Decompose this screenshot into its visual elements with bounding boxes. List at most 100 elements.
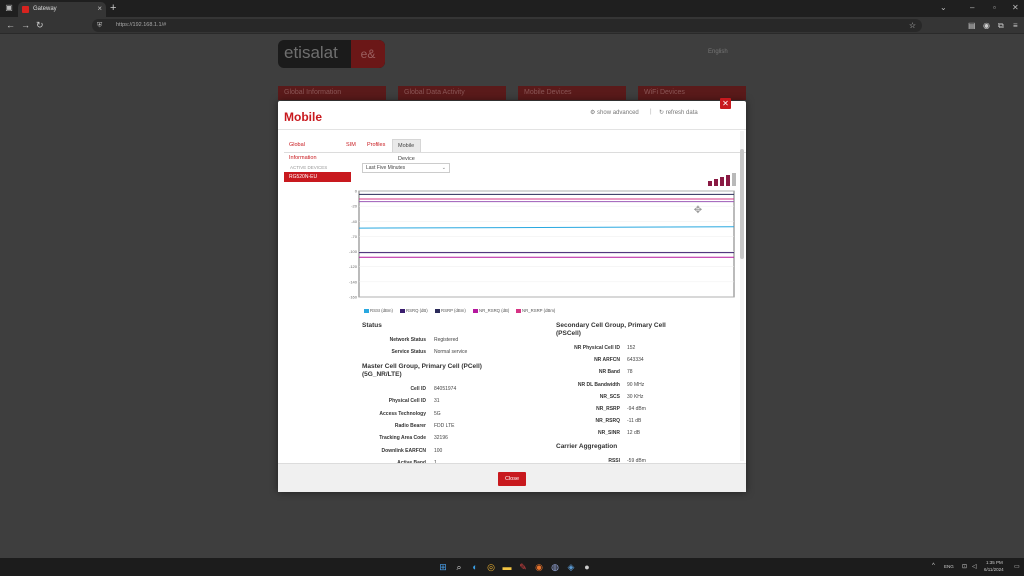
- menu-icon[interactable]: ≡: [1013, 20, 1018, 31]
- back-icon[interactable]: ←: [6, 19, 15, 31]
- chrome-icon[interactable]: ◎: [485, 561, 497, 573]
- maximize-icon[interactable]: ▫: [993, 2, 996, 14]
- active-devices-label: ACTIVE DEVICES: [290, 165, 328, 170]
- minimize-icon[interactable]: –: [970, 2, 974, 14]
- clock-date[interactable]: 6/11/2024: [984, 567, 1004, 572]
- language-selector[interactable]: English: [708, 49, 728, 55]
- clock-time[interactable]: 1:35 PM: [986, 560, 1003, 565]
- show-advanced-label: show advanced: [597, 110, 639, 116]
- app-icon[interactable]: ●: [581, 561, 593, 573]
- legend-label: RSRQ (dB): [406, 308, 428, 313]
- legend-label: NR_RSRQ (dB): [479, 308, 510, 313]
- mobile-modal: ✕ Mobile ⚙ show advanced | ↻ refresh dat…: [278, 98, 746, 492]
- network-icon[interactable]: ⊡: [962, 563, 967, 570]
- notifications-icon[interactable]: ▭: [1014, 563, 1020, 570]
- close-window-icon[interactable]: ✕: [1012, 2, 1019, 14]
- master-cell-row-label: Radio Bearer: [394, 422, 426, 429]
- y-tick-label: -140: [349, 279, 358, 284]
- browser-tab-bar: ▣ Gateway × + ⌄ – ▫ ✕: [0, 0, 1024, 17]
- service-status-label: Service Status: [391, 349, 426, 355]
- secondary-cell-row-label: NR Band: [598, 369, 620, 376]
- forward-icon[interactable]: →: [21, 19, 30, 31]
- volume-icon[interactable]: ◁: [972, 563, 977, 570]
- legend-swatch: [435, 308, 440, 313]
- network-status-value: Registered: [434, 337, 459, 343]
- legend-item[interactable]: RSRP (dBm): [435, 308, 466, 313]
- refresh-data-link[interactable]: ↻ refresh data: [659, 109, 698, 116]
- logo-text: etisalat: [284, 43, 338, 62]
- bg-tab-global-info[interactable]: Global Information: [278, 86, 386, 100]
- legend-swatch: [364, 308, 369, 313]
- secondary-cell-row-label: NR_RSRQ: [595, 418, 620, 425]
- search-icon[interactable]: ⌕: [453, 561, 465, 573]
- legend-swatch: [473, 308, 478, 313]
- edge-icon[interactable]: ◐: [469, 561, 481, 573]
- new-tab-button[interactable]: +: [110, 2, 116, 14]
- logo-badge: e&: [351, 40, 385, 68]
- master-cell-row-label: Physical Cell ID: [388, 398, 426, 405]
- scroll-thumb[interactable]: [740, 149, 744, 259]
- tab-actions-icon[interactable]: ▣: [4, 3, 14, 13]
- legend-item[interactable]: RSRQ (dB): [400, 308, 428, 313]
- shield-icon[interactable]: ⛨: [97, 20, 102, 31]
- language-indicator[interactable]: ENG: [944, 564, 954, 569]
- url-text[interactable]: https://192.168.1.1/#: [116, 22, 166, 28]
- legend-item[interactable]: NR_RSRQ (dB): [473, 308, 509, 313]
- extensions-icon[interactable]: ⧉: [998, 20, 1004, 31]
- file-explorer-icon[interactable]: ▬: [501, 561, 513, 573]
- legend-item[interactable]: NR_RSRP (dBm): [516, 308, 555, 313]
- master-cell-title: Master Cell Group, Primary Cell (PCell) …: [362, 363, 482, 378]
- tray-chevron-icon[interactable]: ^: [932, 563, 935, 569]
- modal-close-icon[interactable]: ✕: [720, 98, 731, 109]
- close-button[interactable]: Close: [498, 472, 526, 486]
- app-icon[interactable]: ◍: [549, 561, 561, 573]
- reload-icon[interactable]: ↻: [36, 19, 44, 31]
- modal-title: Mobile: [284, 110, 322, 124]
- address-bar[interactable]: ⛨ https://192.168.1.1/# ☆: [92, 19, 922, 32]
- modal-footer: Close: [278, 463, 746, 492]
- bg-tab-data-activity[interactable]: Global Data Activity: [398, 86, 506, 100]
- tab-profiles[interactable]: Profiles: [362, 139, 390, 152]
- y-tick-label: 0: [355, 189, 358, 194]
- legend-label: RSRP (dBm): [441, 308, 466, 313]
- secondary-cell-row-value: 12 dB: [627, 430, 641, 437]
- master-cell-row-label: Access Technology: [379, 410, 426, 417]
- firefox-icon[interactable]: ◉: [533, 561, 545, 573]
- taskbar: ⊞ ⌕ ◐ ◎ ▬ ✎ ◉ ◍ ◈ ● ^ ENG ⊡ ◁ 1:35 PM 6/…: [0, 558, 1024, 576]
- account-icon[interactable]: ◉: [983, 20, 990, 31]
- bookmark-star-icon[interactable]: ☆: [909, 20, 916, 31]
- browser-tab[interactable]: Gateway ×: [18, 2, 106, 17]
- legend-item[interactable]: RSSI (dBm): [364, 308, 393, 313]
- service-status-value: Normal service: [434, 349, 468, 355]
- favicon-icon: [22, 6, 29, 13]
- save-to-pocket-icon[interactable]: ▤: [968, 20, 976, 31]
- secondary-cell-row-value: 643334: [627, 357, 644, 364]
- windows-start-icon[interactable]: ⊞: [437, 561, 449, 573]
- master-cell-row-label: Tracking Area Code: [379, 435, 426, 442]
- legend-swatch: [400, 308, 405, 313]
- chart-frame: [358, 190, 735, 298]
- device-item[interactable]: RG520N-EU: [284, 172, 351, 182]
- app-icon[interactable]: ✎: [517, 561, 529, 573]
- y-tick-label: -70: [351, 234, 358, 239]
- master-cell-row-value: 100: [434, 447, 443, 454]
- show-advanced-link[interactable]: ⚙ show advanced: [590, 109, 639, 116]
- secondary-cell-row-value: 152: [627, 345, 636, 351]
- etisalat-logo: etisalat e&: [278, 40, 385, 68]
- divider: [278, 129, 746, 130]
- refresh-icon: ↻: [659, 110, 666, 116]
- tab-mobile-device[interactable]: Mobile Device: [392, 139, 421, 162]
- secondary-cell-row-label: NR_SCS: [599, 393, 620, 400]
- modal-scrollbar[interactable]: [740, 131, 744, 461]
- tab-sim[interactable]: SIM: [341, 139, 361, 152]
- secondary-cell-row-value: -11 dB: [627, 418, 642, 425]
- app-icon[interactable]: ◈: [565, 561, 577, 573]
- time-range-select[interactable]: Last Five Minutes ⌄: [362, 163, 450, 173]
- carrier-aggregation-title: Carrier Aggregation: [556, 443, 618, 450]
- signal-chart: 0 -20 -40 -70 -100 -120 -140 -160 ✥: [349, 189, 735, 299]
- chevron-down-icon[interactable]: ⌄: [940, 2, 947, 14]
- tab-global-information[interactable]: Global Information: [284, 139, 322, 161]
- bg-tab-mobile-devices[interactable]: Mobile Devices: [518, 86, 626, 100]
- y-tick-label: -100: [349, 249, 358, 254]
- tab-close-icon[interactable]: ×: [97, 4, 102, 13]
